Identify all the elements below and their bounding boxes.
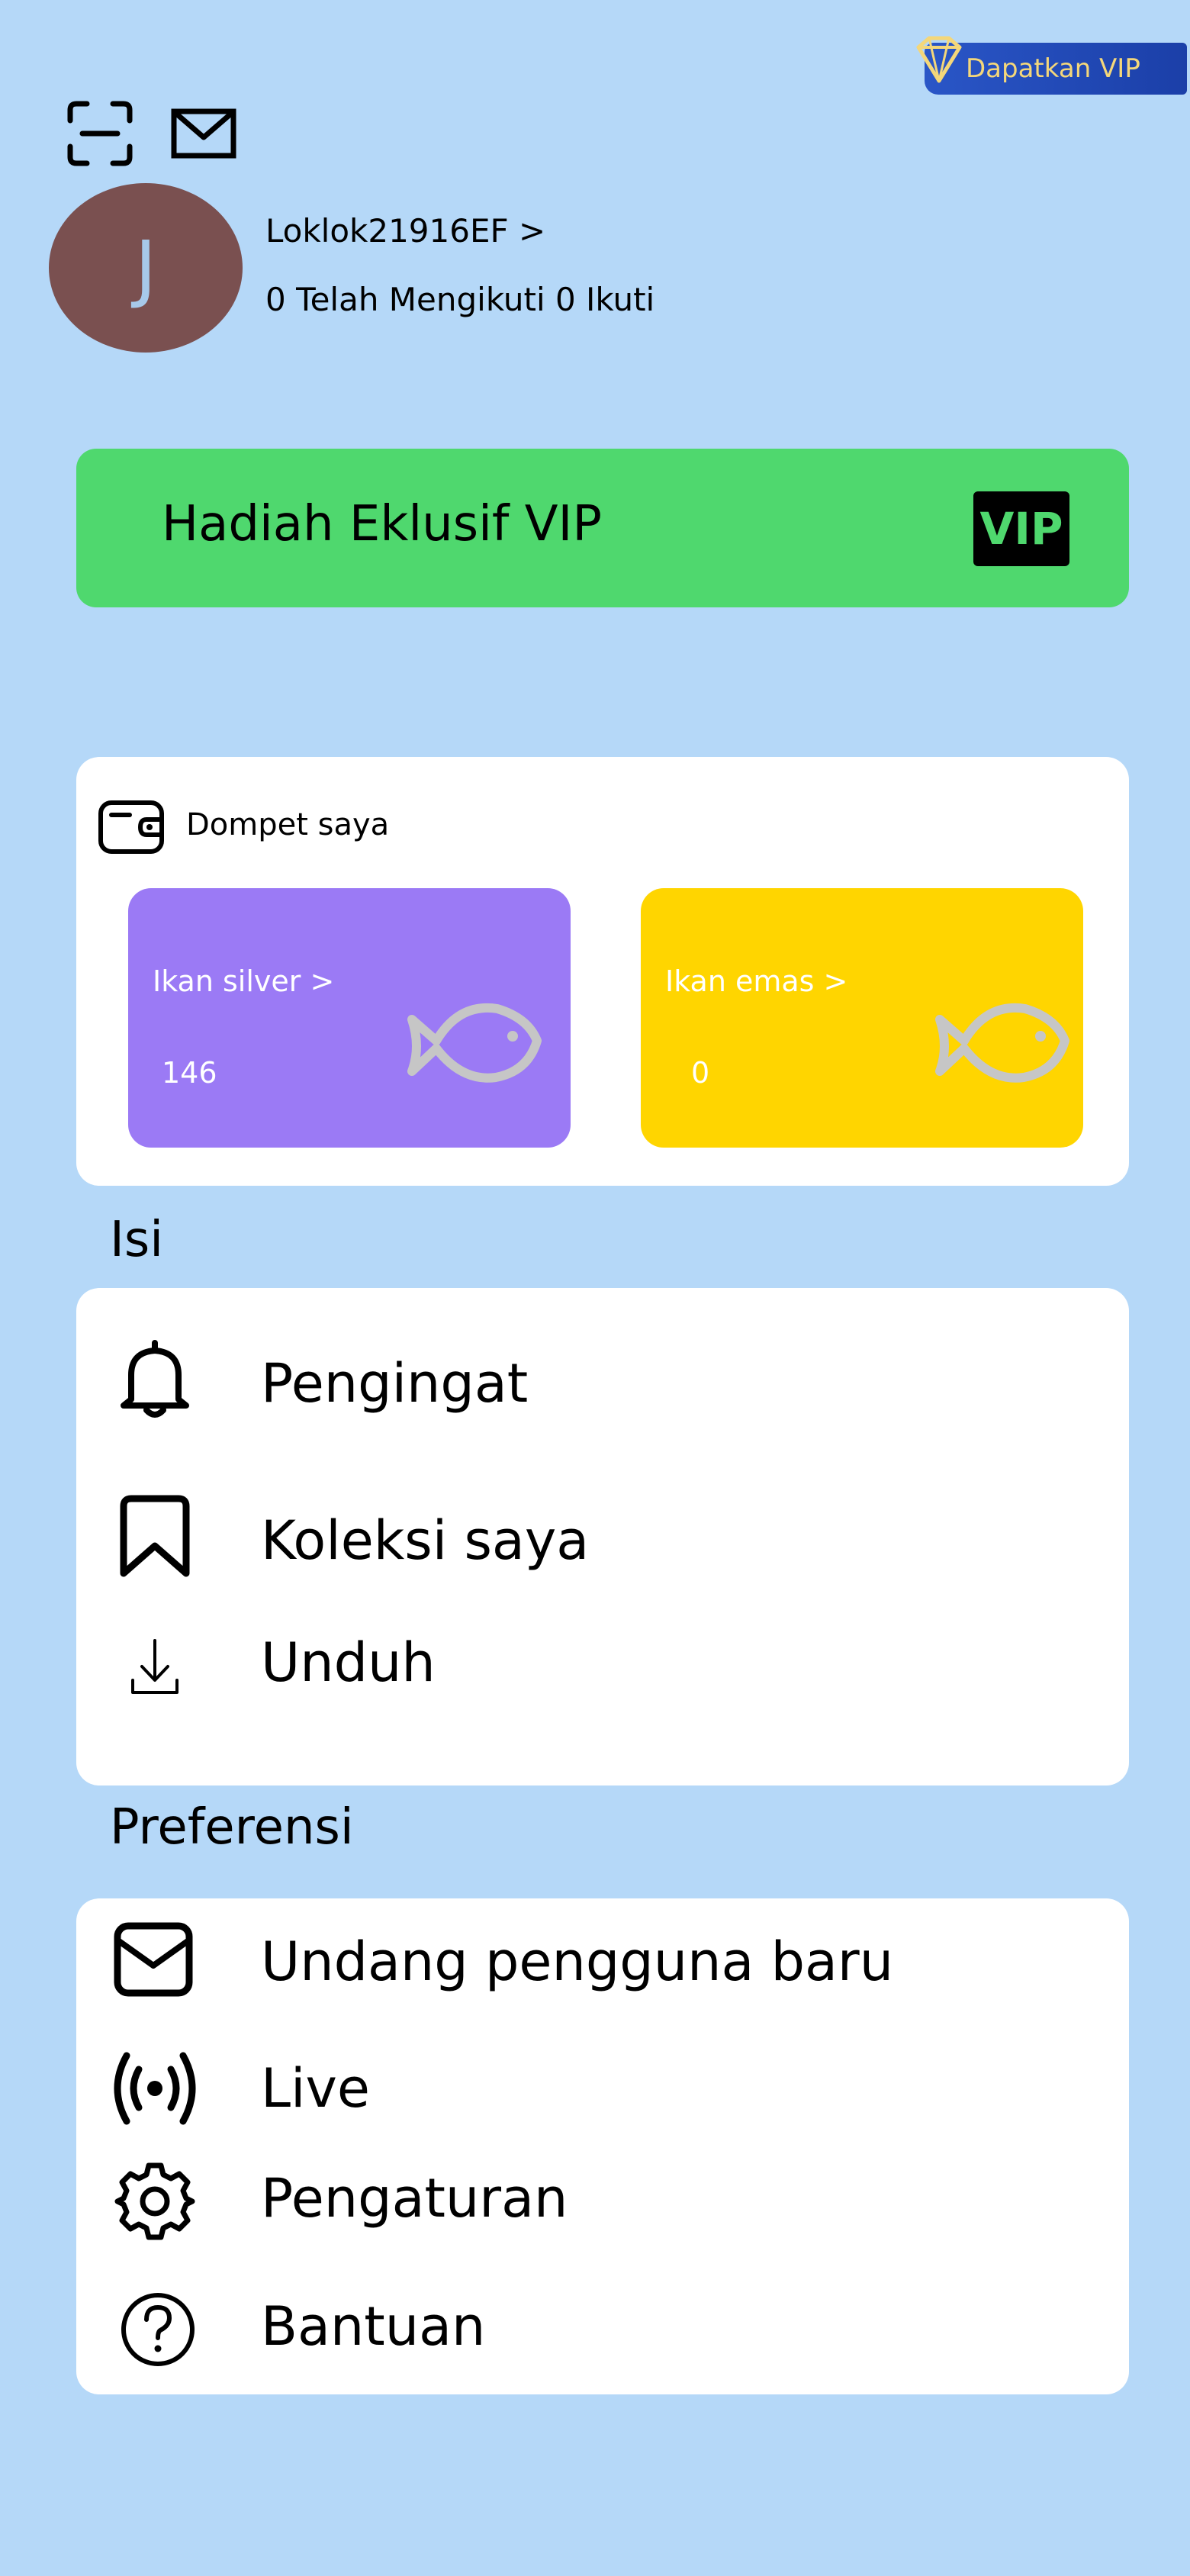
menu-item-settings[interactable] (76, 2152, 1129, 2251)
menu-label-invite: Undang pengguna baru (261, 1930, 894, 1993)
fish-icon (935, 1003, 1069, 1083)
gear-icon (114, 2162, 195, 2240)
menu-item-help[interactable] (76, 2281, 1129, 2381)
menu-item-live[interactable] (76, 2039, 1129, 2138)
wallet-icon (98, 800, 164, 854)
avatar[interactable]: J (49, 183, 243, 353)
content-section-title: Isi (110, 1212, 163, 1268)
scan-icon[interactable] (66, 99, 134, 168)
vip-rewards-banner[interactable]: Hadiah Eklusif VIP VIP (76, 449, 1129, 607)
gold-fish-value: 0 (691, 1056, 710, 1090)
mail-icon[interactable] (169, 99, 238, 168)
menu-label-reminder: Pengingat (261, 1352, 529, 1415)
menu-item-download[interactable] (76, 1610, 1129, 1717)
wallet-title: Dompet saya (186, 807, 390, 842)
silver-fish-value: 146 (162, 1056, 217, 1090)
fish-icon (407, 1003, 542, 1083)
menu-label-live: Live (261, 2057, 370, 2120)
download-icon (131, 1639, 178, 1694)
bell-icon (121, 1340, 189, 1418)
bookmark-icon (120, 1495, 190, 1577)
menu-label-collection: Koleksi saya (261, 1509, 590, 1572)
silver-fish-label: Ikan silver > (153, 964, 335, 998)
preferences-section-title: Preferensi (110, 1799, 354, 1856)
vip-tag: VIP (973, 491, 1069, 566)
avatar-initial: J (134, 225, 157, 311)
broadcast-icon (114, 2052, 196, 2125)
help-icon (121, 2293, 195, 2366)
menu-item-collection[interactable] (76, 1488, 1129, 1595)
username-link[interactable]: Loklok21916EF > (265, 212, 545, 250)
follow-stats[interactable]: 0 Telah Mengikuti 0 Ikuti (265, 281, 654, 318)
diamond-icon (916, 36, 962, 83)
menu-label-download: Unduh (261, 1631, 436, 1694)
gold-fish-label: Ikan emas > (665, 964, 848, 998)
menu-label-help: Bantuan (261, 2295, 486, 2358)
menu-label-settings: Pengaturan (261, 2167, 568, 2230)
vip-banner-title: Hadiah Eklusif VIP (162, 496, 602, 552)
silver-fish-card[interactable]: Ikan silver > 146 (128, 888, 571, 1148)
menu-item-reminder[interactable] (76, 1326, 1129, 1441)
gold-fish-card[interactable]: Ikan emas > 0 (641, 888, 1083, 1148)
get-vip-label: Dapatkan VIP (966, 53, 1140, 84)
mail-icon (114, 1922, 193, 1997)
